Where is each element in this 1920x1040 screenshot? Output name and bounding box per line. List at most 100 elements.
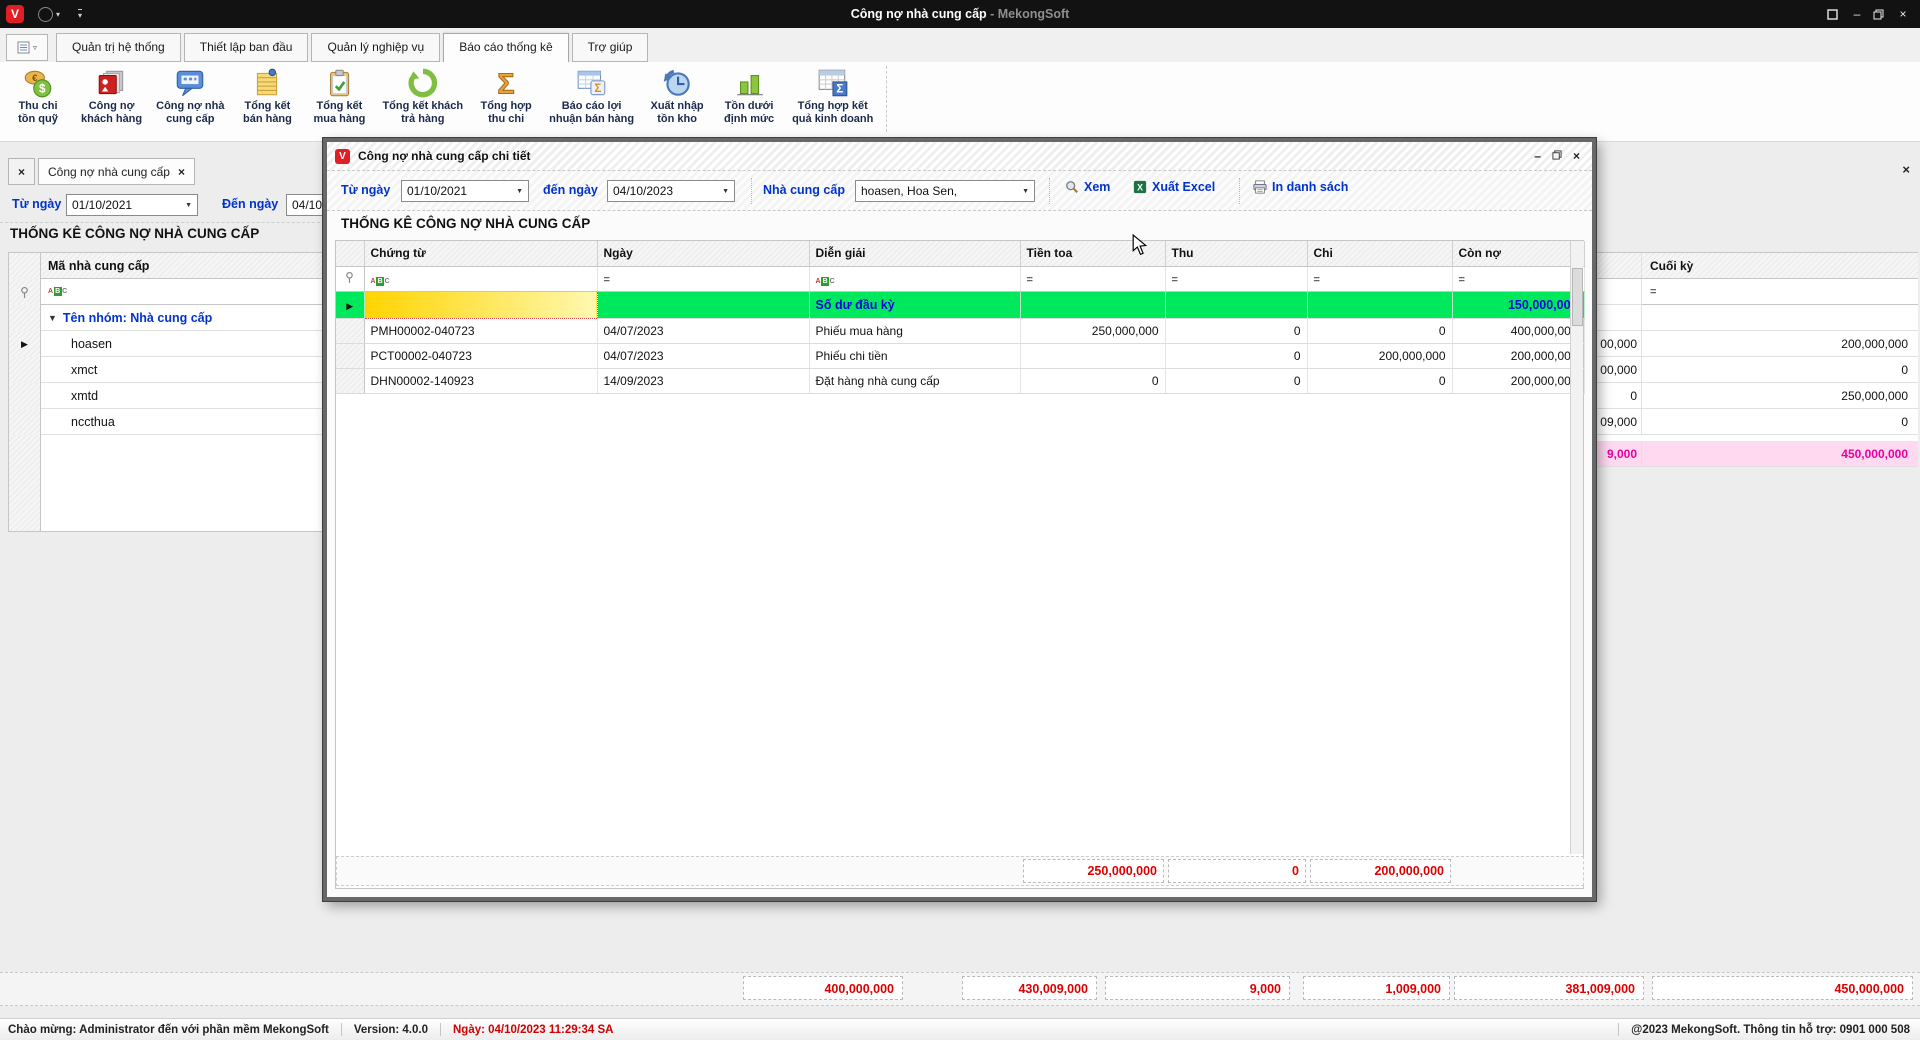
collapse-group-icon[interactable]: ▼ (48, 313, 57, 323)
close-icon[interactable]: × (1896, 7, 1910, 21)
equals-filter-icon[interactable]: = (604, 274, 610, 286)
ribbon-tab-4[interactable]: Báo cáo thống kê (443, 33, 568, 64)
background-from-date-combo[interactable]: 01/10/2021▼ (66, 194, 198, 216)
supplier-code-column-header[interactable]: Mã nhà cung cấp (41, 253, 325, 279)
clipped-value-cell: 00,000 (1596, 357, 1642, 383)
minimize-icon[interactable]: – (1850, 7, 1864, 21)
column-header-7[interactable]: Còn nợ (1452, 241, 1584, 266)
equals-filter-icon[interactable]: = (1027, 274, 1033, 286)
ribbon-tab-3[interactable]: Quản lý nghiệp vụ (311, 33, 440, 62)
period-row-4[interactable]: 09,0000 (1596, 409, 1918, 435)
supplier-filter-cell[interactable]: ABC (41, 279, 325, 305)
supplier-row-xmct[interactable]: xmct (9, 357, 325, 383)
filter-cell-1[interactable]: ABC (364, 266, 597, 291)
filter-cell-3[interactable]: ABC (809, 266, 1020, 291)
toolbar-button-tong-hop-ket-qua-kinh-doanh[interactable]: ΣTổng hợp kếtquả kinh doanh (785, 62, 880, 126)
close-tab-icon[interactable]: × (178, 165, 185, 179)
filter-cell-2[interactable]: = (597, 266, 809, 291)
filter-cell-7[interactable]: = (1452, 266, 1584, 291)
period-row-2[interactable]: 00,0000 (1596, 357, 1918, 383)
focused-cell[interactable] (364, 291, 597, 318)
dialog-supplier-combo[interactable]: hoasen, Hoa Sen,▼ (855, 180, 1035, 202)
restore-icon[interactable] (1873, 9, 1887, 20)
dialog-filterbar: Từ ngày 01/10/2021▼ đến ngày 04/10/2023▼… (327, 171, 1592, 211)
combo-arrow-icon[interactable]: ▼ (1022, 188, 1029, 195)
dialog-minimize-icon[interactable]: – (1534, 149, 1541, 163)
toolbar-button-thu-chi-ton-quy[interactable]: €$Thu chitồn quỹ (2, 62, 74, 126)
opening-balance-row[interactable]: ▶Số dư đầu kỳ150,000,000 (336, 291, 1584, 318)
abc-filter-icon[interactable]: ABC (816, 277, 835, 286)
toolbar-button-tong-hop-thu-chi[interactable]: ΣTổng hợpthu chi (470, 62, 542, 126)
toolbar-button-tong-ket-khach-tra-hang[interactable]: Tổng kết kháchtrả hàng (375, 62, 470, 126)
supplier-row-nccthua[interactable]: nccthua (9, 409, 325, 435)
tab-cong-no-nha-cung-cap[interactable]: Công nợ nhà cung cấp × (38, 158, 195, 185)
dialog-close-icon[interactable]: × (1573, 149, 1580, 163)
table-row-3[interactable]: DHN00002-14092314/09/2023Đặt hàng nhà cu… (336, 368, 1584, 393)
scrollbar-thumb[interactable] (1572, 268, 1583, 326)
toolbar-button-bao-cao-loi-nhuan-ban-hang[interactable]: ΣBáo cáo lợinhuận bán hàng (542, 62, 641, 126)
clipped-filter-cell[interactable] (1596, 279, 1642, 305)
vertical-scrollbar[interactable] (1570, 241, 1583, 854)
table-row-2[interactable]: PCT00002-04072304/07/2023Phiếu chi tiền0… (336, 343, 1584, 368)
ribbon-menu-button[interactable]: ▿ (6, 34, 48, 61)
combo-arrow-icon[interactable]: ▼ (722, 188, 729, 195)
print-list-button[interactable]: In danh sách (1253, 180, 1348, 194)
equals-filter-icon[interactable]: = (1459, 274, 1465, 286)
toolbar-label-line1: Tổng hợp kết (798, 100, 868, 113)
customize-toolbar-arrow-icon[interactable]: ▾ (78, 9, 82, 20)
toolbar-button-xuat-nhap-ton-kho[interactable]: Xuất nhậptồn kho (641, 62, 713, 126)
filter-cell-4[interactable]: = (1020, 266, 1165, 291)
indicator-column (9, 435, 41, 531)
export-excel-button[interactable]: X Xuất Excel (1133, 180, 1215, 194)
column-header-1[interactable]: Chứng từ (364, 241, 597, 266)
cuoi-ky-filter-cell[interactable]: = (1642, 279, 1918, 305)
cuoi-ky-column-header[interactable]: Cuối kỳ (1642, 253, 1918, 279)
combo-arrow-icon[interactable]: ▼ (516, 188, 523, 195)
equals-filter-icon[interactable]: = (1314, 274, 1320, 286)
toolbar-button-cong-no-khach-hang[interactable]: Công nợkhách hàng (74, 62, 149, 126)
equals-filter-icon[interactable]: = (1650, 286, 1656, 298)
quick-access-dropdown-icon[interactable]: ▾ (56, 10, 60, 19)
period-row-1[interactable]: 00,000200,000,000 (1596, 331, 1918, 357)
ribbon-tab-1[interactable]: Quản trị hệ thống (56, 33, 181, 62)
column-header-4[interactable]: Tiền toa (1020, 241, 1165, 266)
column-header-2[interactable]: Ngày (597, 241, 809, 266)
fullscreen-icon[interactable] (1827, 9, 1841, 20)
supplier-row-xmtd[interactable]: xmtd (9, 383, 325, 409)
dialog-from-date-combo[interactable]: 01/10/2021▼ (401, 180, 529, 202)
list-icon (17, 41, 30, 54)
supplier-code-cell: xmct (41, 357, 325, 383)
table-row-1[interactable]: PMH00002-04072304/07/2023Phiếu mua hàng2… (336, 318, 1584, 343)
dialog-to-date-combo[interactable]: 04/10/2023 ▼ (607, 180, 735, 202)
quick-access-circle-button[interactable] (38, 7, 53, 22)
dialog-restore-icon[interactable] (1552, 149, 1562, 163)
ribbon-tab-2[interactable]: Thiết lập ban đầu (184, 33, 309, 62)
abc-filter-icon[interactable]: ABC (371, 277, 390, 286)
supplier-code-cell: xmtd (41, 383, 325, 409)
toolbar-button-cong-no-nha-cung-cap[interactable]: Công nợ nhàcung cấp (149, 62, 231, 126)
application-window: V ▾ ▾ Công nợ nhà cung cấp - MekongSoft … (0, 0, 1920, 1040)
close-icon[interactable]: × (18, 165, 25, 179)
document-close-icon[interactable]: × (1902, 162, 1910, 177)
ribbon-tab-5[interactable]: Trợ giúp (572, 33, 649, 62)
toolbar-button-tong-ket-ban-hang[interactable]: Tổng kếtbán hàng (231, 62, 303, 126)
column-header-5[interactable]: Thu (1165, 241, 1307, 266)
toolbar-button-tong-ket-mua-hang[interactable]: Tổng kếtmua hàng (303, 62, 375, 126)
column-header-3[interactable]: Diễn giải (809, 241, 1020, 266)
supplier-group-row[interactable]: ▼Tên nhóm: Nhà cung cấp (9, 305, 325, 331)
close-all-tab-button[interactable]: × (8, 158, 35, 185)
period-row-3[interactable]: 0250,000,000 (1596, 383, 1918, 409)
supplier-row-hoasen[interactable]: ▶hoasen (9, 331, 325, 357)
filter-cell-5[interactable]: = (1165, 266, 1307, 291)
view-button[interactable]: Xem (1065, 180, 1110, 194)
dialog-titlebar[interactable]: V Công nợ nhà cung cấp chi tiết – × (327, 142, 1592, 171)
combo-arrow-icon[interactable]: ▼ (185, 202, 192, 209)
abc-filter-icon[interactable]: ABC (48, 287, 67, 296)
combo-value: 04/10/2023 (613, 184, 673, 198)
toolbar-button-ton-duoi-dinh-muc[interactable]: Tồn dướiđịnh mức (713, 62, 785, 126)
filter-cell-6[interactable]: = (1307, 266, 1452, 291)
filter-row-indicator[interactable] (336, 266, 364, 291)
column-header-6[interactable]: Chi (1307, 241, 1452, 266)
cuoi-ky-total-cell: 450,000,000 (1642, 441, 1918, 467)
equals-filter-icon[interactable]: = (1172, 274, 1178, 286)
